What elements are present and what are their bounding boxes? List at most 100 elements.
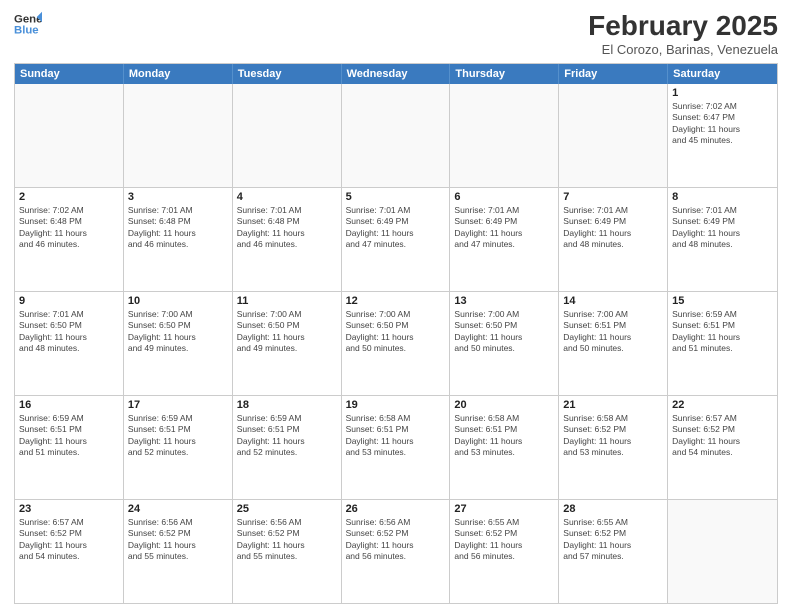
day-cell-25: 25 Sunrise: 6:56 AM Sunset: 6:52 PM Dayli…	[233, 500, 342, 603]
day-number: 4	[237, 191, 337, 203]
calendar-row-4: 23Sunrise: 6:57 AM Sunset: 6:52 PM Dayli…	[15, 499, 777, 603]
empty-cell-0-5	[559, 84, 668, 187]
day-cell-14: 14Sunrise: 7:00 AM Sunset: 6:51 PM Dayli…	[559, 292, 668, 395]
svg-text:Blue: Blue	[14, 25, 39, 37]
day-cell-6: 6 Sunrise: 7:01 AM Sunset: 6:49 PM Daylig…	[450, 188, 559, 291]
day-cell-8: 8 Sunrise: 7:01 AM Sunset: 6:49 PM Daylig…	[668, 188, 777, 291]
day-number: 20	[454, 399, 554, 411]
day-number: 6	[454, 191, 554, 203]
day-cell-1: 1 Sunrise: 7:02 AM Sunset: 6:47 PM Daylig…	[668, 84, 777, 187]
day-number: 25	[237, 503, 337, 515]
day-number: 24	[128, 503, 228, 515]
day-info: Sunrise: 7:01 AM Sunset: 6:49 PM Dayligh…	[672, 205, 773, 251]
day-number: 5	[346, 191, 446, 203]
empty-cell-4-6	[668, 500, 777, 603]
day-cell-24: 24 Sunrise: 6:56 AM Sunset: 6:52 PM Dayli…	[124, 500, 233, 603]
calendar-body: 1 Sunrise: 7:02 AM Sunset: 6:47 PM Daylig…	[15, 84, 777, 603]
weekday-header-friday: Friday	[559, 64, 668, 84]
day-info: Sunrise: 6:58 AM Sunset: 6:52 PM Dayligh…	[563, 413, 663, 459]
day-info: Sunrise: 7:02 AM Sunset: 6:47 PM Dayligh…	[672, 101, 773, 147]
empty-cell-0-3	[342, 84, 451, 187]
title-block: February 2025 El Corozo, Barinas, Venezu…	[588, 10, 778, 57]
empty-cell-0-4	[450, 84, 559, 187]
day-cell-4: 4 Sunrise: 7:01 AM Sunset: 6:48 PM Daylig…	[233, 188, 342, 291]
day-info: Sunrise: 6:56 AM Sunset: 6:52 PM Dayligh…	[346, 517, 446, 563]
day-number: 2	[19, 191, 119, 203]
day-cell-26: 26 Sunrise: 6:56 AM Sunset: 6:52 PM Dayli…	[342, 500, 451, 603]
day-info: Sunrise: 7:00 AM Sunset: 6:50 PM Dayligh…	[237, 309, 337, 355]
day-cell-21: 21 Sunrise: 6:58 AM Sunset: 6:52 PM Dayli…	[559, 396, 668, 499]
day-cell-15: 15 Sunrise: 6:59 AM Sunset: 6:51 PM Dayli…	[668, 292, 777, 395]
logo-icon: General Blue	[14, 10, 42, 38]
day-number: 9	[19, 295, 119, 307]
day-info: Sunrise: 7:01 AM Sunset: 6:49 PM Dayligh…	[563, 205, 663, 251]
day-info: Sunrise: 6:57 AM Sunset: 6:52 PM Dayligh…	[672, 413, 773, 459]
day-info: Sunrise: 6:59 AM Sunset: 6:51 PM Dayligh…	[19, 413, 119, 459]
svg-text:General: General	[14, 13, 42, 25]
weekday-header-wednesday: Wednesday	[342, 64, 451, 84]
day-info: Sunrise: 7:00 AM Sunset: 6:50 PM Dayligh…	[454, 309, 554, 355]
day-info: Sunrise: 7:01 AM Sunset: 6:50 PM Dayligh…	[19, 309, 119, 355]
day-number: 8	[672, 191, 773, 203]
day-cell-23: 23Sunrise: 6:57 AM Sunset: 6:52 PM Dayli…	[15, 500, 124, 603]
day-number: 3	[128, 191, 228, 203]
empty-cell-0-0	[15, 84, 124, 187]
day-cell-5: 5 Sunrise: 7:01 AM Sunset: 6:49 PM Daylig…	[342, 188, 451, 291]
day-info: Sunrise: 6:59 AM Sunset: 6:51 PM Dayligh…	[672, 309, 773, 355]
day-info: Sunrise: 7:01 AM Sunset: 6:48 PM Dayligh…	[128, 205, 228, 251]
day-info: Sunrise: 6:56 AM Sunset: 6:52 PM Dayligh…	[237, 517, 337, 563]
day-info: Sunrise: 7:01 AM Sunset: 6:49 PM Dayligh…	[454, 205, 554, 251]
day-number: 16	[19, 399, 119, 411]
day-cell-17: 17 Sunrise: 6:59 AM Sunset: 6:51 PM Dayli…	[124, 396, 233, 499]
day-number: 18	[237, 399, 337, 411]
day-cell-27: 27 Sunrise: 6:55 AM Sunset: 6:52 PM Dayli…	[450, 500, 559, 603]
calendar-row-2: 9 Sunrise: 7:01 AM Sunset: 6:50 PM Daylig…	[15, 291, 777, 395]
day-info: Sunrise: 6:59 AM Sunset: 6:51 PM Dayligh…	[237, 413, 337, 459]
day-cell-11: 11Sunrise: 7:00 AM Sunset: 6:50 PM Dayli…	[233, 292, 342, 395]
day-number: 12	[346, 295, 446, 307]
day-info: Sunrise: 6:55 AM Sunset: 6:52 PM Dayligh…	[454, 517, 554, 563]
day-cell-9: 9 Sunrise: 7:01 AM Sunset: 6:50 PM Daylig…	[15, 292, 124, 395]
day-number: 27	[454, 503, 554, 515]
day-info: Sunrise: 7:00 AM Sunset: 6:50 PM Dayligh…	[128, 309, 228, 355]
logo: General Blue	[14, 10, 42, 38]
day-info: Sunrise: 7:01 AM Sunset: 6:48 PM Dayligh…	[237, 205, 337, 251]
day-number: 21	[563, 399, 663, 411]
day-cell-2: 2Sunrise: 7:02 AM Sunset: 6:48 PM Daylig…	[15, 188, 124, 291]
day-info: Sunrise: 6:57 AM Sunset: 6:52 PM Dayligh…	[19, 517, 119, 563]
day-info: Sunrise: 6:56 AM Sunset: 6:52 PM Dayligh…	[128, 517, 228, 563]
day-cell-28: 28Sunrise: 6:55 AM Sunset: 6:52 PM Dayli…	[559, 500, 668, 603]
day-cell-3: 3 Sunrise: 7:01 AM Sunset: 6:48 PM Daylig…	[124, 188, 233, 291]
day-cell-18: 18 Sunrise: 6:59 AM Sunset: 6:51 PM Dayli…	[233, 396, 342, 499]
day-number: 15	[672, 295, 773, 307]
day-cell-19: 19Sunrise: 6:58 AM Sunset: 6:51 PM Dayli…	[342, 396, 451, 499]
header: General Blue February 2025 El Corozo, Ba…	[14, 10, 778, 57]
location: El Corozo, Barinas, Venezuela	[588, 42, 778, 57]
day-number: 26	[346, 503, 446, 515]
calendar-row-3: 16 Sunrise: 6:59 AM Sunset: 6:51 PM Dayli…	[15, 395, 777, 499]
day-info: Sunrise: 6:55 AM Sunset: 6:52 PM Dayligh…	[563, 517, 663, 563]
day-info: Sunrise: 6:58 AM Sunset: 6:51 PM Dayligh…	[346, 413, 446, 459]
day-number: 17	[128, 399, 228, 411]
page: General Blue February 2025 El Corozo, Ba…	[0, 0, 792, 612]
day-number: 13	[454, 295, 554, 307]
empty-cell-0-2	[233, 84, 342, 187]
day-info: Sunrise: 7:01 AM Sunset: 6:49 PM Dayligh…	[346, 205, 446, 251]
day-info: Sunrise: 6:58 AM Sunset: 6:51 PM Dayligh…	[454, 413, 554, 459]
day-number: 10	[128, 295, 228, 307]
day-cell-7: 7 Sunrise: 7:01 AM Sunset: 6:49 PM Daylig…	[559, 188, 668, 291]
day-cell-12: 12 Sunrise: 7:00 AM Sunset: 6:50 PM Dayli…	[342, 292, 451, 395]
weekday-header-thursday: Thursday	[450, 64, 559, 84]
day-cell-10: 10 Sunrise: 7:00 AM Sunset: 6:50 PM Dayli…	[124, 292, 233, 395]
day-cell-16: 16 Sunrise: 6:59 AM Sunset: 6:51 PM Dayli…	[15, 396, 124, 499]
calendar-row-1: 2Sunrise: 7:02 AM Sunset: 6:48 PM Daylig…	[15, 187, 777, 291]
day-cell-13: 13 Sunrise: 7:00 AM Sunset: 6:50 PM Dayli…	[450, 292, 559, 395]
day-number: 14	[563, 295, 663, 307]
day-number: 1	[672, 87, 773, 99]
day-info: Sunrise: 6:59 AM Sunset: 6:51 PM Dayligh…	[128, 413, 228, 459]
empty-cell-0-1	[124, 84, 233, 187]
month-year: February 2025	[588, 10, 778, 42]
weekday-header-sunday: Sunday	[15, 64, 124, 84]
day-info: Sunrise: 7:00 AM Sunset: 6:50 PM Dayligh…	[346, 309, 446, 355]
day-number: 7	[563, 191, 663, 203]
